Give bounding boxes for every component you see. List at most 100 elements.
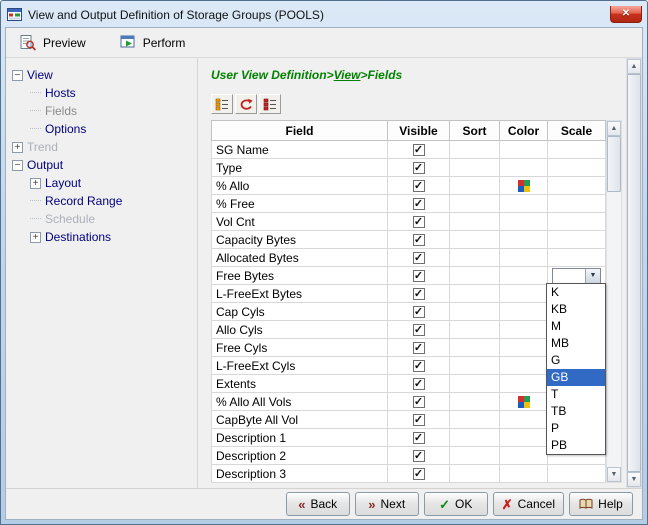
table-scrollbar-thumb[interactable] (607, 136, 621, 192)
visible-checkbox[interactable]: ✓ (413, 342, 425, 354)
tree-item-label[interactable]: Trend (27, 140, 58, 154)
sort-cell[interactable] (450, 303, 500, 321)
panel-scrollbar-thumb[interactable] (627, 74, 641, 472)
scale-cell[interactable] (548, 249, 606, 267)
table-row[interactable]: % Allo ✓ (212, 177, 606, 195)
table-row[interactable]: Capacity Bytes ✓ (212, 231, 606, 249)
sort-cell[interactable] (450, 375, 500, 393)
field-name-cell[interactable]: Description 3 (212, 465, 388, 483)
visible-checkbox[interactable]: ✓ (413, 180, 425, 192)
titlebar[interactable]: View and Output Definition of Storage Gr… (7, 5, 642, 24)
field-name-cell[interactable]: % Free (212, 195, 388, 213)
color-cell[interactable] (500, 195, 548, 213)
expand-icon[interactable]: + (30, 178, 41, 189)
field-name-cell[interactable]: Capacity Bytes (212, 231, 388, 249)
close-button[interactable]: ✕ (610, 6, 642, 23)
visible-checkbox[interactable]: ✓ (413, 306, 425, 318)
color-cell[interactable] (500, 357, 548, 375)
field-name-cell[interactable]: CapByte All Vol (212, 411, 388, 429)
column-header-color[interactable]: Color (500, 121, 548, 141)
tree-item-layout[interactable]: +Layout (6, 174, 197, 192)
tree-item-trend[interactable]: + Trend (6, 138, 197, 156)
visible-checkbox[interactable]: ✓ (413, 252, 425, 264)
table-scrollbar[interactable]: ▲ ▼ (606, 120, 622, 483)
table-row[interactable]: Description 3✓ (212, 465, 606, 483)
cancel-button[interactable]: ✗ Cancel (493, 492, 564, 516)
field-name-cell[interactable]: SG Name (212, 141, 388, 159)
sort-cell[interactable] (450, 249, 500, 267)
scale-cell[interactable] (548, 231, 606, 249)
color-cell[interactable] (500, 159, 548, 177)
select-fields-button[interactable] (211, 94, 233, 114)
visible-checkbox[interactable]: ✓ (413, 270, 425, 282)
sort-cell[interactable] (450, 465, 500, 483)
color-cell[interactable] (500, 249, 548, 267)
field-name-cell[interactable]: Free Bytes (212, 267, 388, 285)
sort-cell[interactable] (450, 447, 500, 465)
expand-icon[interactable]: + (12, 142, 23, 153)
color-cell[interactable] (500, 411, 548, 429)
scale-option-mb[interactable]: MB (547, 335, 605, 352)
field-name-cell[interactable]: L-FreeExt Bytes (212, 285, 388, 303)
field-name-cell[interactable]: Description 1 (212, 429, 388, 447)
field-name-cell[interactable]: Allocated Bytes (212, 249, 388, 267)
tree-item-label[interactable]: View (27, 68, 53, 82)
scroll-down-button[interactable]: ▼ (607, 467, 621, 482)
visible-checkbox[interactable]: ✓ (413, 234, 425, 246)
visible-checkbox[interactable]: ✓ (413, 396, 425, 408)
scale-cell[interactable] (548, 213, 606, 231)
column-header-field[interactable]: Field (212, 121, 388, 141)
column-header-scale[interactable]: Scale (548, 121, 606, 141)
scale-option-k[interactable]: K (547, 284, 605, 301)
color-cell[interactable] (500, 177, 548, 195)
sort-cell[interactable] (450, 429, 500, 447)
field-name-cell[interactable]: L-FreeExt Cyls (212, 357, 388, 375)
scale-option-p[interactable]: P (547, 420, 605, 437)
scale-option-pb[interactable]: PB (547, 437, 605, 454)
scale-option-kb[interactable]: KB (547, 301, 605, 318)
visible-checkbox[interactable]: ✓ (413, 324, 425, 336)
visible-checkbox[interactable]: ✓ (413, 144, 425, 156)
panel-scrollbar[interactable]: ▲ ▼ (626, 58, 642, 488)
color-cell[interactable] (500, 213, 548, 231)
scale-cell[interactable] (548, 195, 606, 213)
visible-checkbox[interactable]: ✓ (413, 450, 425, 462)
collapse-icon[interactable]: − (12, 160, 23, 171)
field-name-cell[interactable]: % Allo All Vols (212, 393, 388, 411)
perform-button[interactable]: Perform (116, 33, 190, 52)
color-cell[interactable] (500, 267, 548, 285)
sort-cell[interactable] (450, 213, 500, 231)
color-cell[interactable] (500, 141, 548, 159)
scale-cell[interactable] (548, 465, 606, 483)
color-cell[interactable] (500, 393, 548, 411)
scale-cell[interactable] (548, 177, 606, 195)
color-cell[interactable] (500, 429, 548, 447)
tree-item-label[interactable]: Schedule (45, 212, 95, 226)
table-row[interactable]: % Free✓ (212, 195, 606, 213)
visible-checkbox[interactable]: ✓ (413, 162, 425, 174)
tree-item-schedule[interactable]: Schedule (6, 210, 197, 228)
scale-option-tb[interactable]: TB (547, 403, 605, 420)
scroll-up-button[interactable]: ▲ (607, 121, 621, 136)
column-header-visible[interactable]: Visible (388, 121, 450, 141)
preview-button[interactable]: Preview (16, 33, 90, 53)
tree-item-hosts[interactable]: Hosts (6, 84, 197, 102)
sort-cell[interactable] (450, 339, 500, 357)
tree-item-options[interactable]: Options (6, 120, 197, 138)
back-button[interactable]: « Back (286, 492, 350, 516)
field-name-cell[interactable]: Description 2 (212, 447, 388, 465)
column-header-sort[interactable]: Sort (450, 121, 500, 141)
expand-icon[interactable]: + (30, 232, 41, 243)
table-row[interactable]: Vol Cnt ✓ (212, 213, 606, 231)
scale-option-t[interactable]: T (547, 386, 605, 403)
field-name-cell[interactable]: Vol Cnt (212, 213, 388, 231)
visible-checkbox[interactable]: ✓ (413, 432, 425, 444)
field-name-cell[interactable]: % Allo (212, 177, 388, 195)
table-scrollbar-track[interactable] (607, 192, 621, 467)
color-cell[interactable] (500, 285, 548, 303)
sort-cell[interactable] (450, 357, 500, 375)
tree-item-output[interactable]: −Output (6, 156, 197, 174)
sort-cell[interactable] (450, 321, 500, 339)
color-cell[interactable] (500, 447, 548, 465)
visible-checkbox[interactable]: ✓ (413, 216, 425, 228)
